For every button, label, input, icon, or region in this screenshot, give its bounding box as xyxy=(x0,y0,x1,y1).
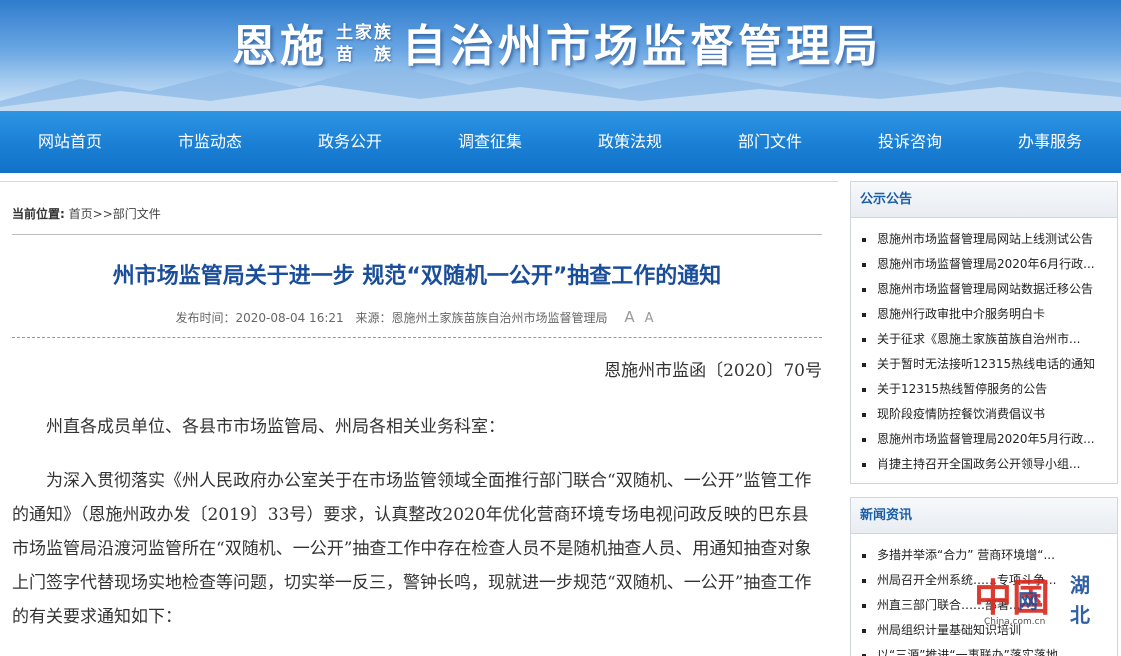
notice-item[interactable]: 恩施州行政审批中介服务明白卡 xyxy=(859,302,1117,327)
notice-item[interactable]: 恩施州市场监督管理局2020年6月行政... xyxy=(859,252,1117,277)
notice-item[interactable]: 肖捷主持召开全国政务公开领导小组... xyxy=(859,452,1117,477)
china-net-hubei-watermark: 中国 网 湖 北 China.com.cn xyxy=(968,565,1118,653)
article-source: 来源：恩施州土家族苗族自治州市场监督管理局 xyxy=(355,311,608,325)
notices-panel: 公示公告 恩施州市场监督管理局网站上线测试公告 恩施州市场监督管理局2020年6… xyxy=(850,181,1118,484)
watermark-text: 网 xyxy=(1018,589,1038,613)
notice-item[interactable]: 关于12315热线暂停服务的公告 xyxy=(859,377,1117,402)
breadcrumb-separator: >> xyxy=(92,207,113,221)
divider xyxy=(12,234,822,235)
notices-panel-title[interactable]: 公示公告 xyxy=(851,182,1117,218)
breadcrumb-home-link[interactable]: 首页 xyxy=(69,207,93,221)
main-nav: 网站首页 市监动态 政务公开 调查征集 政策法规 部门文件 投诉咨询 办事服务 xyxy=(0,111,1121,173)
breadcrumb-label: 当前位置: xyxy=(12,207,65,221)
dashed-divider xyxy=(12,337,822,338)
article-meta: 发布时间：2020-08-04 16:21 来源：恩施州土家族苗族自治州市场监督… xyxy=(12,308,822,326)
news-panel-title[interactable]: 新闻资讯 xyxy=(851,498,1117,534)
notice-item[interactable]: 恩施州市场监督管理局网站数据迁移公告 xyxy=(859,277,1117,302)
nav-item-policy[interactable]: 政策法规 xyxy=(560,111,700,173)
font-smaller-button[interactable]: A xyxy=(645,311,654,326)
watermark-domain: China.com.cn xyxy=(984,617,1046,627)
document-number: 恩施州市监函〔2020〕70号 xyxy=(604,361,822,381)
site-title-small-bottom: 苗 族 xyxy=(336,45,393,65)
nav-item-survey[interactable]: 调查征集 xyxy=(420,111,560,173)
notice-item[interactable]: 关于征求《恩施土家族苗族自治州市... xyxy=(859,327,1117,352)
breadcrumb: 当前位置: 首页>>部门文件 xyxy=(12,205,161,222)
nav-item-gov-affairs[interactable]: 政务公开 xyxy=(280,111,420,173)
nav-item-dept-docs[interactable]: 部门文件 xyxy=(700,111,840,173)
notice-item[interactable]: 恩施州市场监督管理局网站上线测试公告 xyxy=(859,227,1117,252)
breadcrumb-current-link[interactable]: 部门文件 xyxy=(113,207,161,221)
article-paragraph: 为深入贯彻落实《州人民政府办公室关于在市场监管领域全面推行部门联合“双随机、一公… xyxy=(12,471,812,627)
site-title: 恩施 土家族 苗 族 自治州市场监督管理局 xyxy=(0,6,1121,72)
nav-item-home[interactable]: 网站首页 xyxy=(0,111,140,173)
watermark-text: 中国 xyxy=(974,575,1051,620)
nav-item-news[interactable]: 市监动态 xyxy=(140,111,280,173)
article-paragraph: 州直各成员单位、各县市市场监管局、州局各相关业务科室： xyxy=(46,417,505,437)
font-size-controls: AA xyxy=(619,308,658,326)
site-title-part1: 恩施 xyxy=(232,21,328,72)
article-title: 州市场监管局关于进一步 规范“双随机一公开”抽查工作的通知 xyxy=(112,264,722,289)
site-banner: 恩施 土家族 苗 族 自治州市场监督管理局 xyxy=(0,0,1121,111)
font-larger-button[interactable]: A xyxy=(624,308,634,326)
watermark-text: 北 xyxy=(1070,603,1090,627)
article-body: 州直各成员单位、各县市市场监管局、州局各相关业务科室： 为深入贯彻落实《州人民政… xyxy=(12,410,812,634)
notice-item[interactable]: 关于暂时无法接听12315热线电话的通知 xyxy=(859,352,1117,377)
nav-item-complaints[interactable]: 投诉咨询 xyxy=(840,111,980,173)
nav-item-services[interactable]: 办事服务 xyxy=(980,111,1120,173)
notice-item[interactable]: 恩施州市场监督管理局2020年5月行政... xyxy=(859,427,1117,452)
article-area: 当前位置: 首页>>部门文件 州市场监管局关于进一步 规范“双随机一公开”抽查工… xyxy=(0,181,838,656)
notice-item[interactable]: 现阶段疫情防控餐饮消费倡议书 xyxy=(859,402,1117,427)
notices-list: 恩施州市场监督管理局网站上线测试公告 恩施州市场监督管理局2020年6月行政..… xyxy=(851,218,1117,477)
watermark-text: 湖 xyxy=(1070,573,1090,597)
site-title-part2: 自治州市场监督管理局 xyxy=(402,21,882,72)
publish-time: 发布时间：2020-08-04 16:21 xyxy=(175,311,344,325)
